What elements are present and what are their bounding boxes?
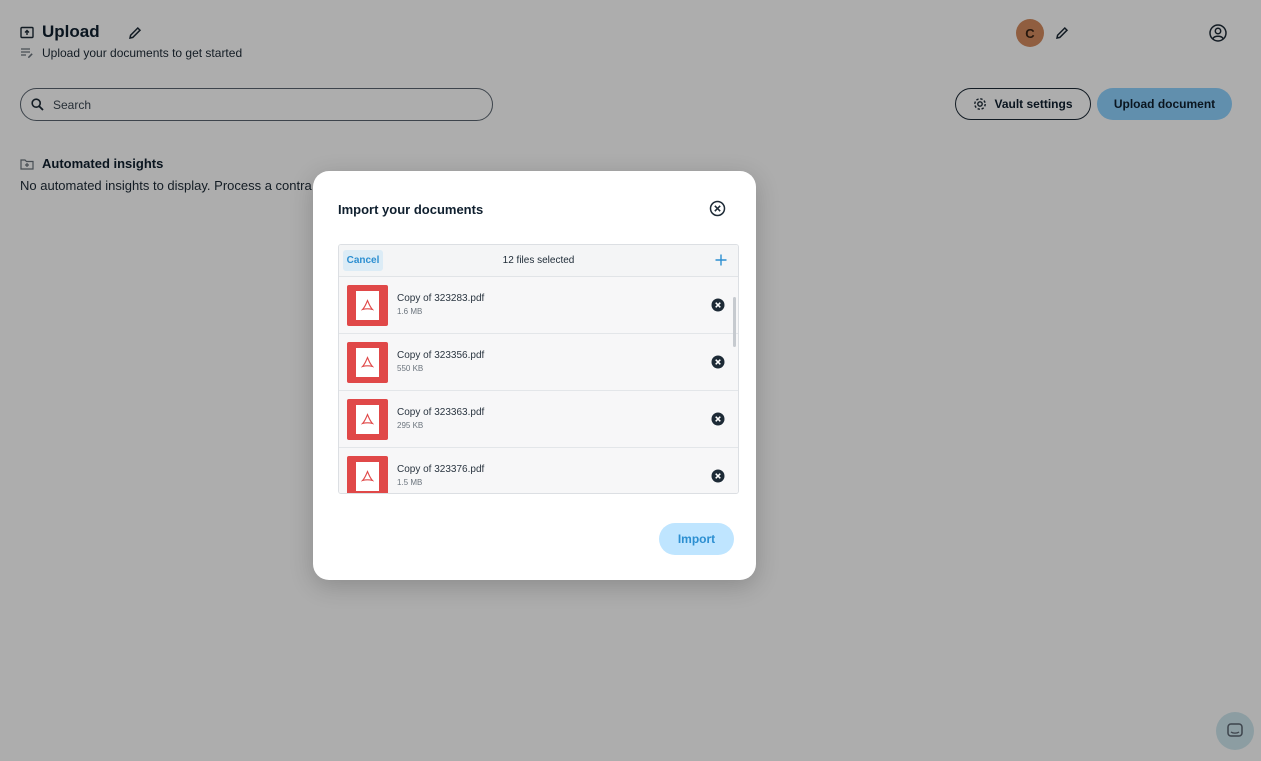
remove-circle-icon[interactable] [711,298,725,312]
file-row: Copy of 323283.pdf 1.6 MB [339,277,738,334]
import-documents-dialog: Import your documents Cancel 12 files se… [313,171,756,580]
file-name: Copy of 323376.pdf [397,464,485,475]
pdf-file-icon [347,285,388,326]
file-size: 550 KB [397,364,424,373]
pdf-file-icon [347,456,388,493]
file-name: Copy of 323283.pdf [397,293,485,304]
file-list-scrollbar[interactable] [733,297,736,347]
files-selected-count: 12 files selected [502,255,575,266]
remove-circle-icon[interactable] [711,412,725,426]
remove-circle-icon[interactable] [711,355,725,369]
file-row: Copy of 323363.pdf 295 KB [339,391,738,448]
files-panel-header: Cancel 12 files selected [339,245,738,277]
dialog-title: Import your documents [338,202,484,217]
remove-circle-icon[interactable] [711,469,725,483]
file-size: 295 KB [397,421,424,430]
file-list[interactable]: Copy of 323283.pdf 1.6 MB Copy of 323356… [339,277,738,493]
file-row: Copy of 323376.pdf 1.5 MB [339,448,738,493]
selected-files-panel: Cancel 12 files selected Copy of 323283.… [338,244,739,494]
pdf-file-icon [347,342,388,383]
file-size: 1.6 MB [397,307,423,316]
plus-icon[interactable] [714,253,728,267]
file-size: 1.5 MB [397,478,423,487]
file-row: Copy of 323356.pdf 550 KB [339,334,738,391]
import-button[interactable]: Import [659,523,734,555]
file-name: Copy of 323363.pdf [397,407,485,418]
file-name: Copy of 323356.pdf [397,350,485,361]
pdf-file-icon [347,399,388,440]
close-icon[interactable] [709,200,726,217]
